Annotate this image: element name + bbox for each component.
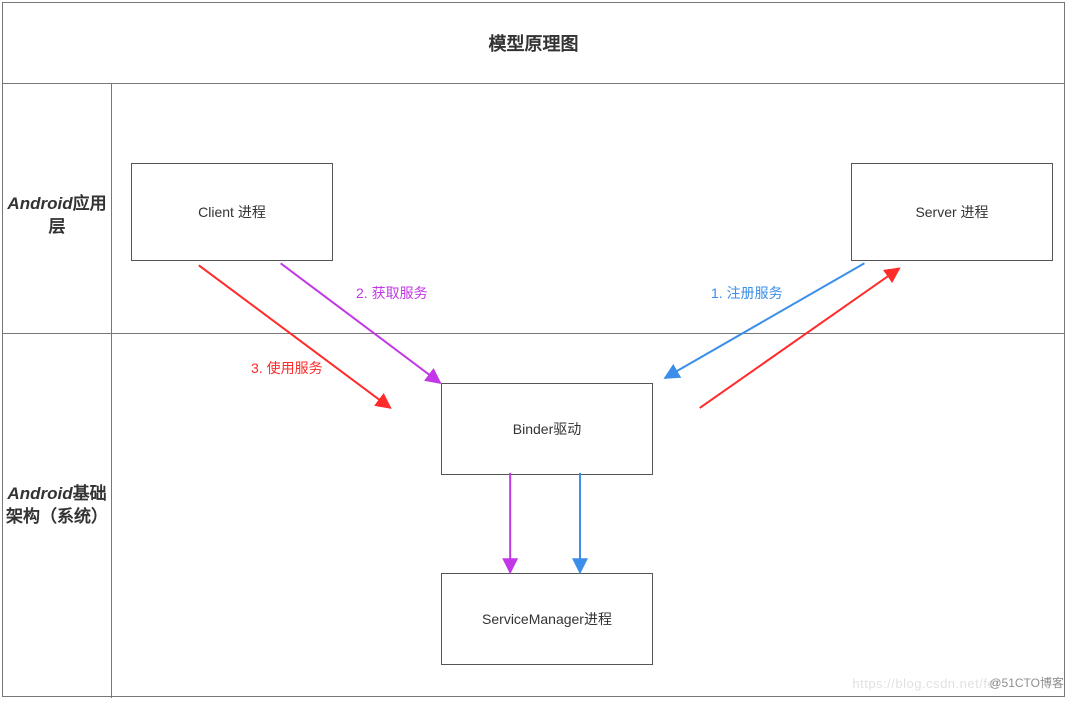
row-label-sys-prefix: Android xyxy=(7,484,72,503)
node-server: Server 进程 xyxy=(851,163,1053,261)
row-separator-left xyxy=(3,333,111,334)
row-separator-right xyxy=(111,333,1064,334)
diagram-frame: 模型原理图 Android应用层 Android基础架构（系统） Client … xyxy=(2,2,1065,697)
arrow-register xyxy=(665,263,865,378)
diagram-canvas: Client 进程 Server 进程 Binder驱动 ServiceMana… xyxy=(111,83,1064,698)
row-label-app-layer: Android应用层 xyxy=(3,193,111,239)
node-binder: Binder驱动 xyxy=(441,383,653,475)
row-label-column: Android应用层 Android基础架构（系统） xyxy=(3,83,112,698)
watermark-blog: @51CTO博客 xyxy=(989,674,1064,691)
title-row: 模型原理图 xyxy=(3,3,1064,84)
node-service-manager-label: ServiceManager进程 xyxy=(482,609,612,629)
node-binder-label: Binder驱动 xyxy=(513,419,581,439)
diagram-body: Android应用层 Android基础架构（系统） Client 进程 Ser… xyxy=(3,83,1064,698)
node-client-label: Client 进程 xyxy=(198,202,266,222)
row-label-app-prefix: Android xyxy=(7,194,72,213)
diagram-title: 模型原理图 xyxy=(489,30,579,56)
row-label-sys-layer: Android基础架构（系统） xyxy=(3,483,111,529)
edge-label-register: 1. 注册服务 xyxy=(711,283,783,303)
node-service-manager: ServiceManager进程 xyxy=(441,573,653,665)
node-server-label: Server 进程 xyxy=(915,202,988,222)
edge-label-lookup: 2. 获取服务 xyxy=(356,283,428,303)
node-client: Client 进程 xyxy=(131,163,333,261)
watermark-url: https://blog.csdn.net/fer xyxy=(852,676,1000,691)
edge-label-use: 3. 使用服务 xyxy=(251,358,323,378)
